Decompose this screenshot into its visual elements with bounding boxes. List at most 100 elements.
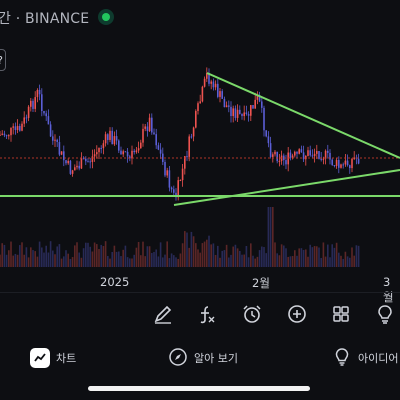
candle-body bbox=[34, 97, 36, 109]
candle-body bbox=[269, 143, 272, 157]
function-icon[interactable] bbox=[192, 299, 222, 329]
volume-bar bbox=[10, 241, 12, 267]
volume-bar bbox=[78, 252, 80, 267]
candle-body bbox=[236, 109, 239, 118]
volume-bar bbox=[195, 243, 197, 267]
volume-bar bbox=[91, 251, 94, 267]
candle-body bbox=[78, 165, 80, 169]
volume-bar bbox=[93, 242, 96, 267]
candle-body bbox=[96, 152, 98, 155]
volume-bar bbox=[267, 207, 270, 267]
tab-explore[interactable]: 알아 보기 bbox=[168, 346, 238, 370]
volume-bar bbox=[256, 256, 259, 267]
volume-bar bbox=[320, 257, 322, 267]
candles-layer bbox=[0, 67, 360, 201]
pencil-icon[interactable] bbox=[148, 299, 178, 329]
candle-body bbox=[338, 159, 340, 168]
candle-body bbox=[289, 152, 292, 158]
candle-body bbox=[309, 150, 311, 156]
candle-body bbox=[322, 158, 325, 160]
price-chart[interactable] bbox=[0, 60, 400, 270]
candle-body bbox=[298, 149, 300, 154]
volume-bar bbox=[148, 246, 151, 267]
bulb-icon[interactable] bbox=[370, 299, 400, 329]
candle-body bbox=[135, 150, 138, 153]
candle-body bbox=[225, 105, 228, 108]
tab-chart[interactable]: 차트 bbox=[30, 346, 76, 370]
candle-body bbox=[296, 151, 298, 154]
volume-bar bbox=[263, 247, 265, 267]
tab-ideas[interactable]: 아이디어 bbox=[332, 346, 398, 370]
volume-bar bbox=[21, 242, 23, 267]
candle-body bbox=[69, 160, 72, 174]
candle-body bbox=[122, 151, 124, 155]
volume-bar bbox=[318, 247, 320, 267]
candle-body bbox=[60, 151, 63, 155]
volume-bar bbox=[120, 256, 122, 267]
candle-body bbox=[230, 106, 232, 117]
candle-body bbox=[120, 150, 122, 155]
top-bar: 간 · BINANCE bbox=[0, 0, 400, 34]
candle-body bbox=[113, 136, 116, 145]
market-open-icon bbox=[98, 9, 114, 25]
volume-bar bbox=[274, 242, 276, 267]
symbol-title[interactable]: 간 · BINANCE bbox=[0, 8, 89, 28]
volume-bar bbox=[146, 246, 149, 267]
volume-bar bbox=[353, 255, 355, 267]
candle-body bbox=[162, 153, 164, 162]
volume-bar bbox=[327, 244, 329, 267]
x-axis-label-feb: 2월 bbox=[252, 276, 270, 290]
grid-icon[interactable] bbox=[326, 299, 356, 329]
volume-bar bbox=[228, 257, 230, 267]
volume-bar bbox=[115, 251, 118, 267]
candle-body bbox=[126, 151, 129, 157]
volume-bar bbox=[324, 256, 327, 267]
candle-body bbox=[245, 112, 248, 114]
candle-body bbox=[263, 107, 265, 131]
candle-body bbox=[179, 180, 182, 182]
candle-body bbox=[313, 153, 316, 157]
volume-bar bbox=[333, 247, 336, 267]
volume-bar bbox=[206, 239, 208, 267]
candle-body bbox=[250, 105, 252, 116]
candle-body bbox=[100, 147, 102, 149]
volume-bar bbox=[14, 253, 17, 267]
plus-circle-icon[interactable] bbox=[282, 299, 312, 329]
chart-icon bbox=[30, 348, 50, 368]
candle-body bbox=[190, 136, 193, 138]
candle-body bbox=[16, 125, 19, 131]
candle-body bbox=[291, 155, 294, 158]
volume-bar bbox=[232, 246, 234, 267]
volume-bar bbox=[27, 257, 30, 267]
volume-bar bbox=[181, 243, 184, 267]
volume-bar bbox=[309, 244, 311, 267]
volume-bar bbox=[203, 241, 206, 267]
volume-layer bbox=[0, 207, 360, 267]
candle-body bbox=[115, 136, 118, 141]
candle-body bbox=[278, 160, 281, 162]
volume-bar bbox=[23, 254, 25, 267]
volume-bar bbox=[111, 251, 113, 267]
volume-bar bbox=[214, 254, 217, 267]
candle-body bbox=[137, 148, 140, 151]
candle-body bbox=[254, 99, 256, 109]
volume-bar bbox=[96, 244, 98, 267]
alarm-icon[interactable] bbox=[237, 299, 267, 329]
volume-bar bbox=[122, 249, 124, 267]
volume-bar bbox=[305, 249, 307, 267]
volume-bar bbox=[188, 247, 190, 267]
volume-bar bbox=[170, 253, 173, 267]
candle-body bbox=[41, 94, 43, 112]
candle-body bbox=[8, 135, 10, 137]
ideas-bulb-icon bbox=[332, 347, 352, 370]
volume-bar bbox=[54, 254, 56, 267]
volume-bar bbox=[190, 231, 193, 267]
candle-body bbox=[56, 139, 58, 143]
candle-body bbox=[357, 158, 360, 164]
candle-body bbox=[104, 134, 107, 144]
volume-bar bbox=[45, 245, 47, 267]
volume-bar bbox=[98, 249, 100, 267]
volume-bar bbox=[289, 256, 292, 267]
x-axis-label-2025: 2025 bbox=[100, 275, 130, 289]
candle-body bbox=[144, 126, 146, 129]
